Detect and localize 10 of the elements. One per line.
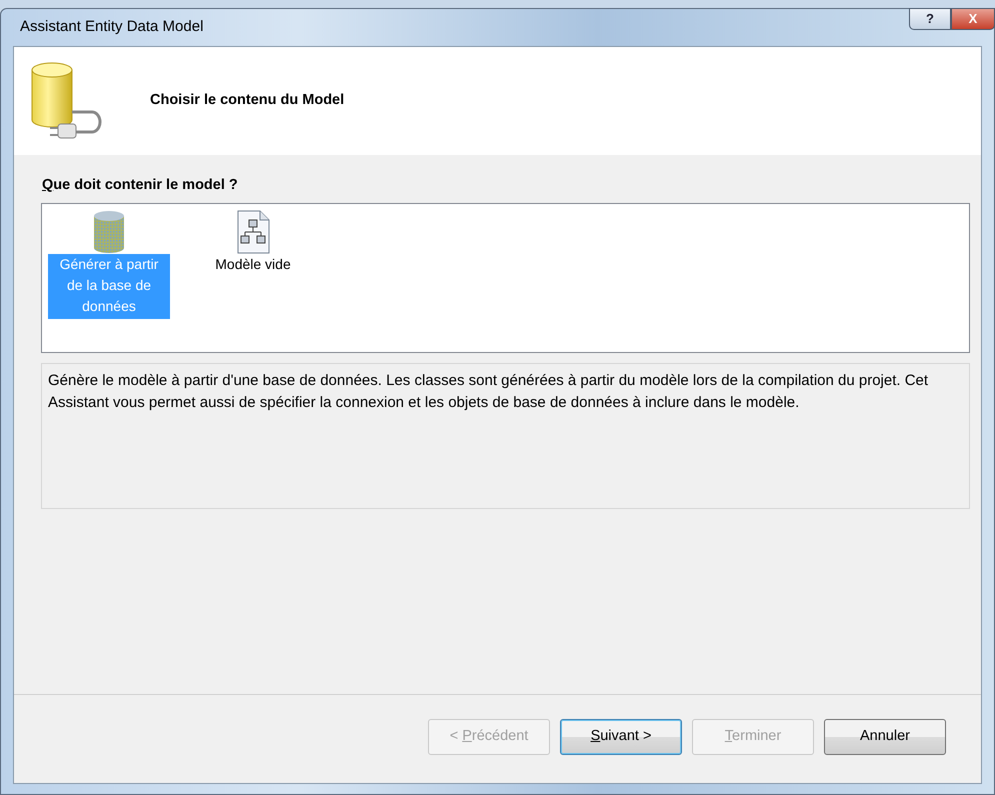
header-title: Choisir le contenu du Model: [150, 91, 344, 110]
description-text: Génère le modèle à partir d'une base de données. Les classes sont générées à partir du modèle lors de la compilation du projet. Cet Assistant vous permet aussi de spécifier la connexion et les objets de base de données à inclure dans le modèle.: [41, 362, 970, 509]
wizard-button[interactable]: Annuler: [824, 719, 946, 755]
help-button[interactable]: ?: [909, 8, 951, 30]
wizard-button[interactable]: Suivant >: [560, 719, 682, 755]
diagram-document-icon: [236, 210, 270, 254]
question-label: Que doit contenir le model ?: [42, 176, 239, 195]
window-title: Assistant Entity Data Model: [19, 17, 204, 38]
option-item[interactable]: Modèle vide: [213, 254, 293, 277]
database-icon: [92, 210, 126, 254]
